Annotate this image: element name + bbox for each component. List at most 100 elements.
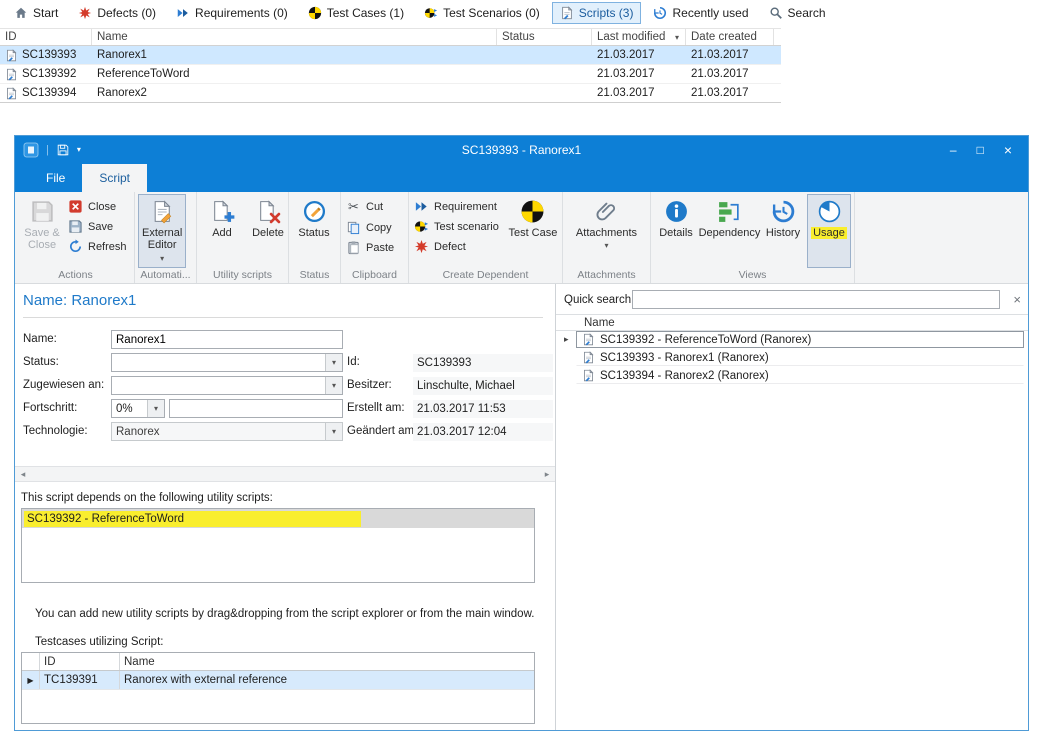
maximize-button[interactable]: □ — [977, 144, 984, 156]
test-scenario-icon — [414, 219, 429, 234]
status-icon — [302, 199, 327, 224]
tab-start[interactable]: Start — [6, 2, 66, 24]
test-case-icon — [520, 199, 545, 224]
minimize-button[interactable]: – — [950, 144, 957, 156]
script-icon — [5, 68, 18, 81]
table-row[interactable]: ▶ TC139391 Ranorex with external referen… — [22, 671, 534, 690]
history-view-button[interactable]: History — [761, 194, 805, 268]
dropdown-icon: ▾ — [160, 255, 164, 263]
tab-label: Start — [33, 6, 58, 20]
list-item[interactable]: SC139392 - ReferenceToWord (Ranorex) — [576, 331, 1024, 348]
ribbon-group-clipboard: ✂Cut Copy Paste Clipboard — [341, 192, 409, 283]
tab-defects[interactable]: Defects (0) — [70, 2, 164, 24]
requirement-icon — [414, 199, 429, 214]
close-script-button[interactable]: Close — [66, 198, 133, 215]
status-dropdown[interactable]: ▾ — [111, 353, 343, 372]
status-button[interactable]: Status — [292, 194, 336, 268]
progress-field[interactable] — [169, 399, 343, 418]
name-label: Name: — [23, 333, 57, 345]
tab-label: Defects (0) — [97, 6, 156, 20]
id-label: Id: — [347, 356, 360, 368]
explorer-column-header-name[interactable]: Name — [556, 314, 1028, 331]
assigned-to-dropdown[interactable]: ▾ — [111, 376, 343, 395]
chevron-down-icon[interactable]: ▾ — [325, 354, 342, 371]
main-tab-bar: Start Defects (0) Requirements (0) Test … — [0, 0, 1044, 26]
tab-file[interactable]: File — [29, 164, 82, 192]
table-row[interactable]: SC139393 Ranorex1 21.03.2017 21.03.2017 — [0, 46, 781, 65]
scroll-left-icon[interactable]: ◂ — [15, 467, 31, 481]
quick-search-input[interactable] — [632, 290, 1000, 309]
modified-at-value: 21.03.2017 12:04 — [413, 423, 553, 441]
details-view-button[interactable]: Details — [654, 194, 698, 268]
cell-last-modified: 21.03.2017 — [592, 65, 686, 83]
add-icon — [210, 199, 235, 224]
script-icon — [5, 49, 18, 62]
ribbon-group-status: Status Status — [289, 192, 341, 283]
refresh-button[interactable]: Refresh — [66, 238, 133, 255]
column-header-id[interactable]: ID — [0, 29, 92, 45]
column-header-id[interactable]: ID — [40, 653, 120, 670]
cell-last-modified: 21.03.2017 — [592, 84, 686, 102]
dropdown-icon: ▾ — [604, 242, 608, 250]
list-item[interactable]: SC139392 - ReferenceToWord — [22, 509, 534, 528]
attachments-button[interactable]: Attachments ▾ — [572, 194, 641, 268]
paste-button[interactable]: Paste — [344, 239, 400, 256]
save-and-close-button[interactable]: Save &Close — [20, 194, 64, 268]
copy-button[interactable]: Copy — [344, 219, 400, 236]
progress-dropdown[interactable]: 0%▾ — [111, 399, 165, 418]
list-item[interactable]: SC139393 - Ranorex1 (Ranorex) — [576, 349, 1024, 366]
qat-dropdown-icon[interactable]: ▾ — [77, 146, 81, 154]
usage-view-button[interactable]: Usage — [807, 194, 851, 268]
create-test-case-button[interactable]: Test Case — [507, 194, 559, 268]
add-utility-script-button[interactable]: Add — [200, 194, 244, 268]
group-label: Create Dependent — [412, 268, 559, 283]
chevron-down-icon[interactable]: ▾ — [325, 377, 342, 394]
scroll-right-icon[interactable]: ▸ — [539, 467, 555, 481]
tab-requirements[interactable]: Requirements (0) — [168, 2, 296, 24]
dependencies-listbox[interactable]: SC139392 - ReferenceToWord — [21, 508, 535, 583]
list-item[interactable]: SC139394 - Ranorex2 (Ranorex) — [576, 367, 1024, 384]
cell-name: Ranorex2 — [92, 84, 497, 102]
cell-id: SC139392 — [22, 68, 76, 80]
save-button[interactable]: Save — [66, 218, 133, 235]
create-test-scenario-button[interactable]: Test scenario — [412, 218, 505, 235]
save-icon[interactable] — [56, 143, 70, 157]
create-defect-button[interactable]: Defect — [412, 238, 505, 255]
tab-scripts[interactable]: Scripts (3) — [552, 2, 642, 24]
horizontal-scrollbar[interactable]: ◂ ▸ — [15, 466, 555, 482]
table-row[interactable]: SC139394 Ranorex2 21.03.2017 21.03.2017 — [0, 84, 781, 103]
dependency-view-button[interactable]: Dependency — [700, 194, 759, 268]
column-header-name[interactable]: Name — [92, 29, 497, 45]
create-requirement-button[interactable]: Requirement — [412, 198, 505, 215]
window-controls: – □ × — [950, 143, 1028, 157]
dependencies-caption: This script depends on the following uti… — [21, 492, 273, 504]
tab-test-scenarios[interactable]: Test Scenarios (0) — [416, 2, 548, 24]
titlebar[interactable]: | ▾ SC139393 - Ranorex1 – □ × — [15, 136, 1028, 164]
scripts-table: ID Name Status Last modified▾ Date creat… — [0, 28, 781, 103]
column-header-last-modified[interactable]: Last modified▾ — [592, 29, 686, 45]
column-header-name[interactable]: Name — [120, 653, 534, 670]
app-icon — [23, 142, 39, 158]
tab-test-cases[interactable]: Test Cases (1) — [300, 2, 412, 24]
column-header-status[interactable]: Status — [497, 29, 592, 45]
page-title: Name: Ranorex1 — [23, 292, 136, 309]
defect-icon — [414, 239, 429, 254]
chevron-down-icon[interactable]: ▾ — [147, 400, 164, 417]
tab-script[interactable]: Script — [82, 164, 147, 192]
external-editor-button[interactable]: ExternalEditor ▾ — [138, 194, 186, 268]
table-row[interactable]: SC139392 ReferenceToWord 21.03.2017 21.0… — [0, 65, 781, 84]
tab-recently-used[interactable]: Recently used — [645, 2, 756, 24]
tab-search[interactable]: Search — [761, 2, 834, 24]
save-icon — [68, 219, 83, 234]
clear-search-icon[interactable]: × — [1013, 293, 1021, 306]
separator: | — [46, 144, 49, 156]
close-button[interactable]: × — [1004, 143, 1012, 157]
name-field[interactable] — [111, 330, 343, 349]
row-expand-icon[interactable]: ▸ — [564, 334, 569, 345]
delete-utility-script-button[interactable]: Delete — [246, 194, 290, 268]
column-header-date-created[interactable]: Date created — [686, 29, 774, 45]
cut-button[interactable]: ✂Cut — [344, 198, 400, 216]
details-panel: Name: Ranorex1 Name: Status: ▾ Id: SC139… — [15, 284, 556, 730]
home-icon — [14, 6, 28, 20]
cell-id: SC139394 — [22, 87, 76, 99]
